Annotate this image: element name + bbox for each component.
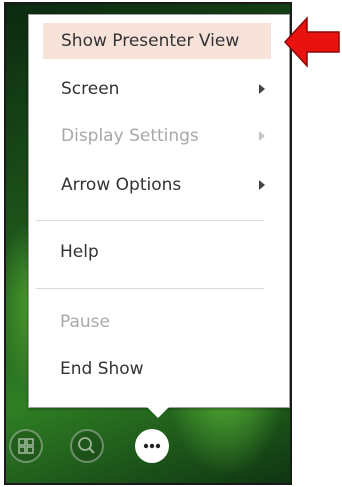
slideshow-screen: Show Presenter View Screen Display Setti… (4, 2, 292, 485)
menu-item-label: Screen (61, 79, 120, 99)
slideshow-options-menu: Show Presenter View Screen Display Setti… (28, 14, 290, 408)
red-arrow-icon (283, 16, 340, 68)
more-options-button[interactable] (135, 429, 169, 463)
menu-item-label: Display Settings (61, 126, 199, 146)
menu-item-label: Show Presenter View (61, 31, 240, 51)
menu-item-pause: Pause (42, 304, 270, 340)
menu-pointer-tail (146, 406, 170, 418)
submenu-arrow-icon (259, 131, 265, 141)
menu-item-label: Help (60, 242, 99, 262)
more-options-icon (143, 443, 161, 449)
submenu-arrow-icon (259, 84, 265, 94)
zoom-icon (78, 437, 95, 454)
menu-item-label: End Show (60, 359, 144, 379)
menu-item-arrow-options[interactable]: Arrow Options (43, 167, 271, 203)
slides-grid-icon (18, 438, 34, 454)
menu-item-show-presenter-view[interactable]: Show Presenter View (43, 23, 271, 59)
menu-item-label: Arrow Options (61, 175, 182, 195)
menu-item-screen[interactable]: Screen (43, 71, 271, 107)
menu-item-label: Pause (60, 312, 110, 332)
zoom-button[interactable] (70, 429, 104, 463)
slides-grid-button[interactable] (9, 429, 43, 463)
menu-item-help[interactable]: Help (42, 234, 270, 270)
menu-item-end-show[interactable]: End Show (42, 351, 270, 387)
menu-divider (36, 288, 264, 289)
menu-item-display-settings: Display Settings (43, 118, 271, 154)
submenu-arrow-icon (259, 180, 265, 190)
menu-divider (36, 220, 264, 221)
